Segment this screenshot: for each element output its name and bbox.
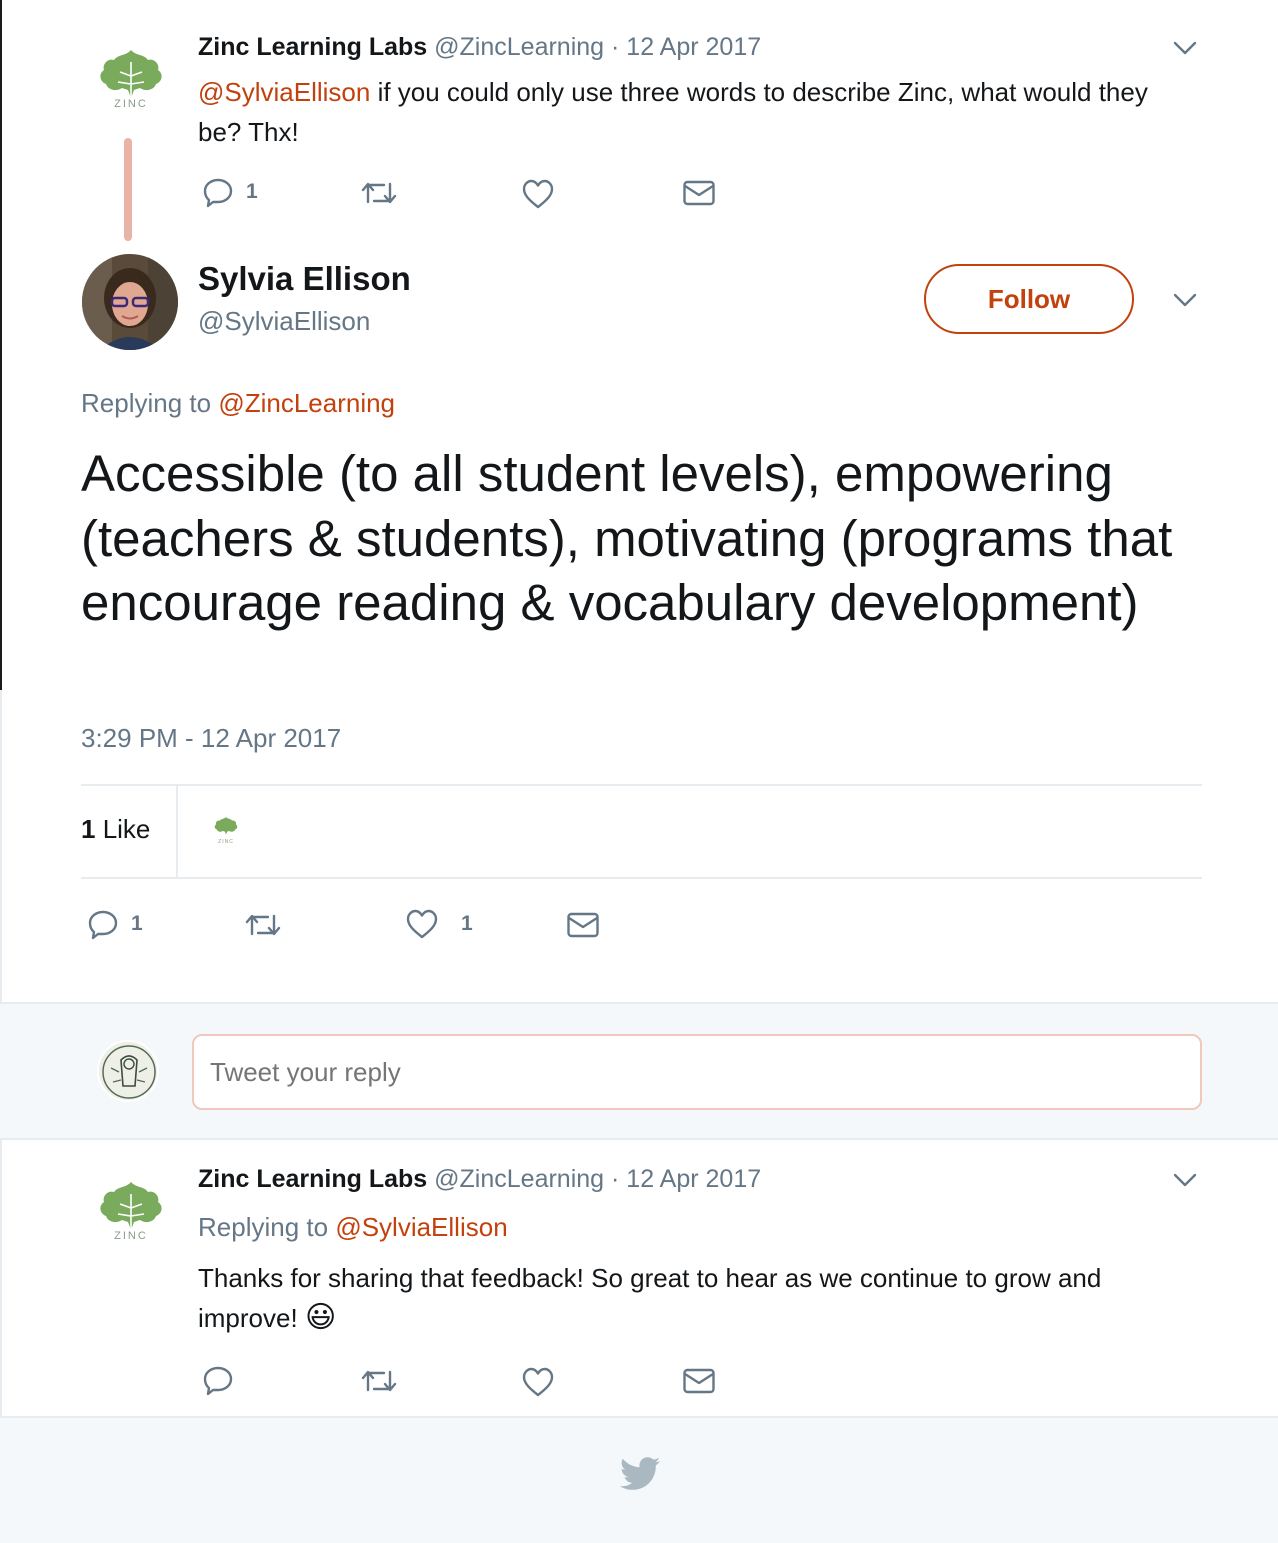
tweet-header: Zinc Learning Labs @ZincLearning · 12 Ap… xyxy=(198,33,761,62)
retweet-icon xyxy=(245,914,281,936)
retweet-icon xyxy=(361,1370,397,1392)
tweet-date[interactable]: · 12 Apr 2017 xyxy=(611,33,761,61)
retweet-button[interactable] xyxy=(360,178,398,208)
direct-message-button[interactable] xyxy=(682,178,716,208)
zinc-avatar[interactable]: ZINC xyxy=(88,42,174,118)
tweet-text: Accessible (to all student levels), empo… xyxy=(81,445,1173,631)
divider xyxy=(81,877,1202,879)
chevron-down-icon[interactable] xyxy=(1172,290,1198,310)
tweet-text: @SylviaEllison if you could only use thr… xyxy=(198,72,1198,152)
sylvia-avatar[interactable] xyxy=(82,254,178,350)
liker-avatar[interactable]: ZINC xyxy=(208,814,244,848)
display-name[interactable]: Zinc Learning Labs xyxy=(198,33,427,61)
handle[interactable]: @SylviaEllison xyxy=(198,306,370,337)
divider xyxy=(81,784,1202,786)
reply-button[interactable]: 1 xyxy=(87,908,143,940)
display-name[interactable]: Sylvia Ellison xyxy=(198,260,411,298)
like-count: 1 xyxy=(461,912,473,935)
liker-avatar-label: ZINC xyxy=(218,839,234,845)
zinc-logo-icon xyxy=(214,816,238,835)
replying-prefix: Replying to xyxy=(81,388,219,418)
zinc-avatar[interactable]: ZINC xyxy=(88,1174,174,1250)
likes-stat[interactable]: 1 Like xyxy=(81,814,150,845)
tweet-header: Zinc Learning Labs @ZincLearning · 12 Ap… xyxy=(198,1165,761,1194)
reply-button[interactable] xyxy=(202,1364,234,1396)
envelope-icon xyxy=(683,180,715,206)
zinc-avatar-label: ZINC xyxy=(114,1230,148,1242)
heart-icon xyxy=(522,179,554,209)
chevron-down-icon[interactable] xyxy=(1172,1170,1198,1190)
like-button[interactable] xyxy=(521,178,555,210)
reply-input[interactable] xyxy=(192,1034,1202,1110)
reply-count: 1 xyxy=(246,180,258,203)
replying-to: Replying to @SylviaEllison xyxy=(198,1212,508,1243)
retweet-button[interactable] xyxy=(244,910,282,940)
current-user-avatar[interactable] xyxy=(97,1040,159,1102)
mention-link[interactable]: @SylviaEllison xyxy=(198,77,370,107)
profile-photo xyxy=(82,254,178,350)
reply-button[interactable]: 1 xyxy=(202,176,258,208)
likes-label: Like xyxy=(95,814,151,844)
like-button[interactable] xyxy=(521,1366,555,1398)
reply-icon xyxy=(203,178,233,208)
reply-count: 1 xyxy=(131,912,143,935)
zinc-avatar-label: ZINC xyxy=(114,98,148,110)
direct-message-button[interactable] xyxy=(566,910,600,940)
reply-icon xyxy=(88,910,118,940)
like-button[interactable]: 1 xyxy=(405,908,473,940)
tweet-text: Thanks for sharing that feedback! So gre… xyxy=(198,1258,1198,1338)
tweet-timestamp[interactable]: 3:29 PM - 12 Apr 2017 xyxy=(81,723,341,754)
twitter-bird-icon xyxy=(620,1456,662,1492)
envelope-icon xyxy=(683,1368,715,1394)
display-name[interactable]: Zinc Learning Labs xyxy=(198,1165,427,1193)
heart-icon xyxy=(406,909,438,939)
replying-handle-link[interactable]: @SylviaEllison xyxy=(335,1212,507,1242)
replying-prefix: Replying to xyxy=(198,1212,336,1242)
smiley-emoji-icon: 😃 xyxy=(304,1301,337,1334)
tweet-date[interactable]: · 12 Apr 2017 xyxy=(611,1165,761,1193)
follow-button[interactable]: Follow xyxy=(924,264,1134,334)
retweet-icon xyxy=(361,182,397,204)
divider-vertical xyxy=(176,786,178,878)
envelope-icon xyxy=(567,912,599,938)
direct-message-button[interactable] xyxy=(682,1366,716,1396)
handle[interactable]: @ZincLearning xyxy=(434,33,604,61)
handle[interactable]: @ZincLearning xyxy=(434,1165,604,1193)
reply-icon xyxy=(203,1366,233,1396)
retweet-button[interactable] xyxy=(360,1366,398,1396)
replying-to: Replying to @ZincLearning xyxy=(81,388,395,419)
replying-handle-link[interactable]: @ZincLearning xyxy=(218,388,395,418)
thread-connector xyxy=(124,138,132,241)
likes-count: 1 xyxy=(81,814,96,844)
window-edge xyxy=(0,0,2,690)
heart-icon xyxy=(522,1367,554,1397)
chevron-down-icon[interactable] xyxy=(1172,38,1198,58)
